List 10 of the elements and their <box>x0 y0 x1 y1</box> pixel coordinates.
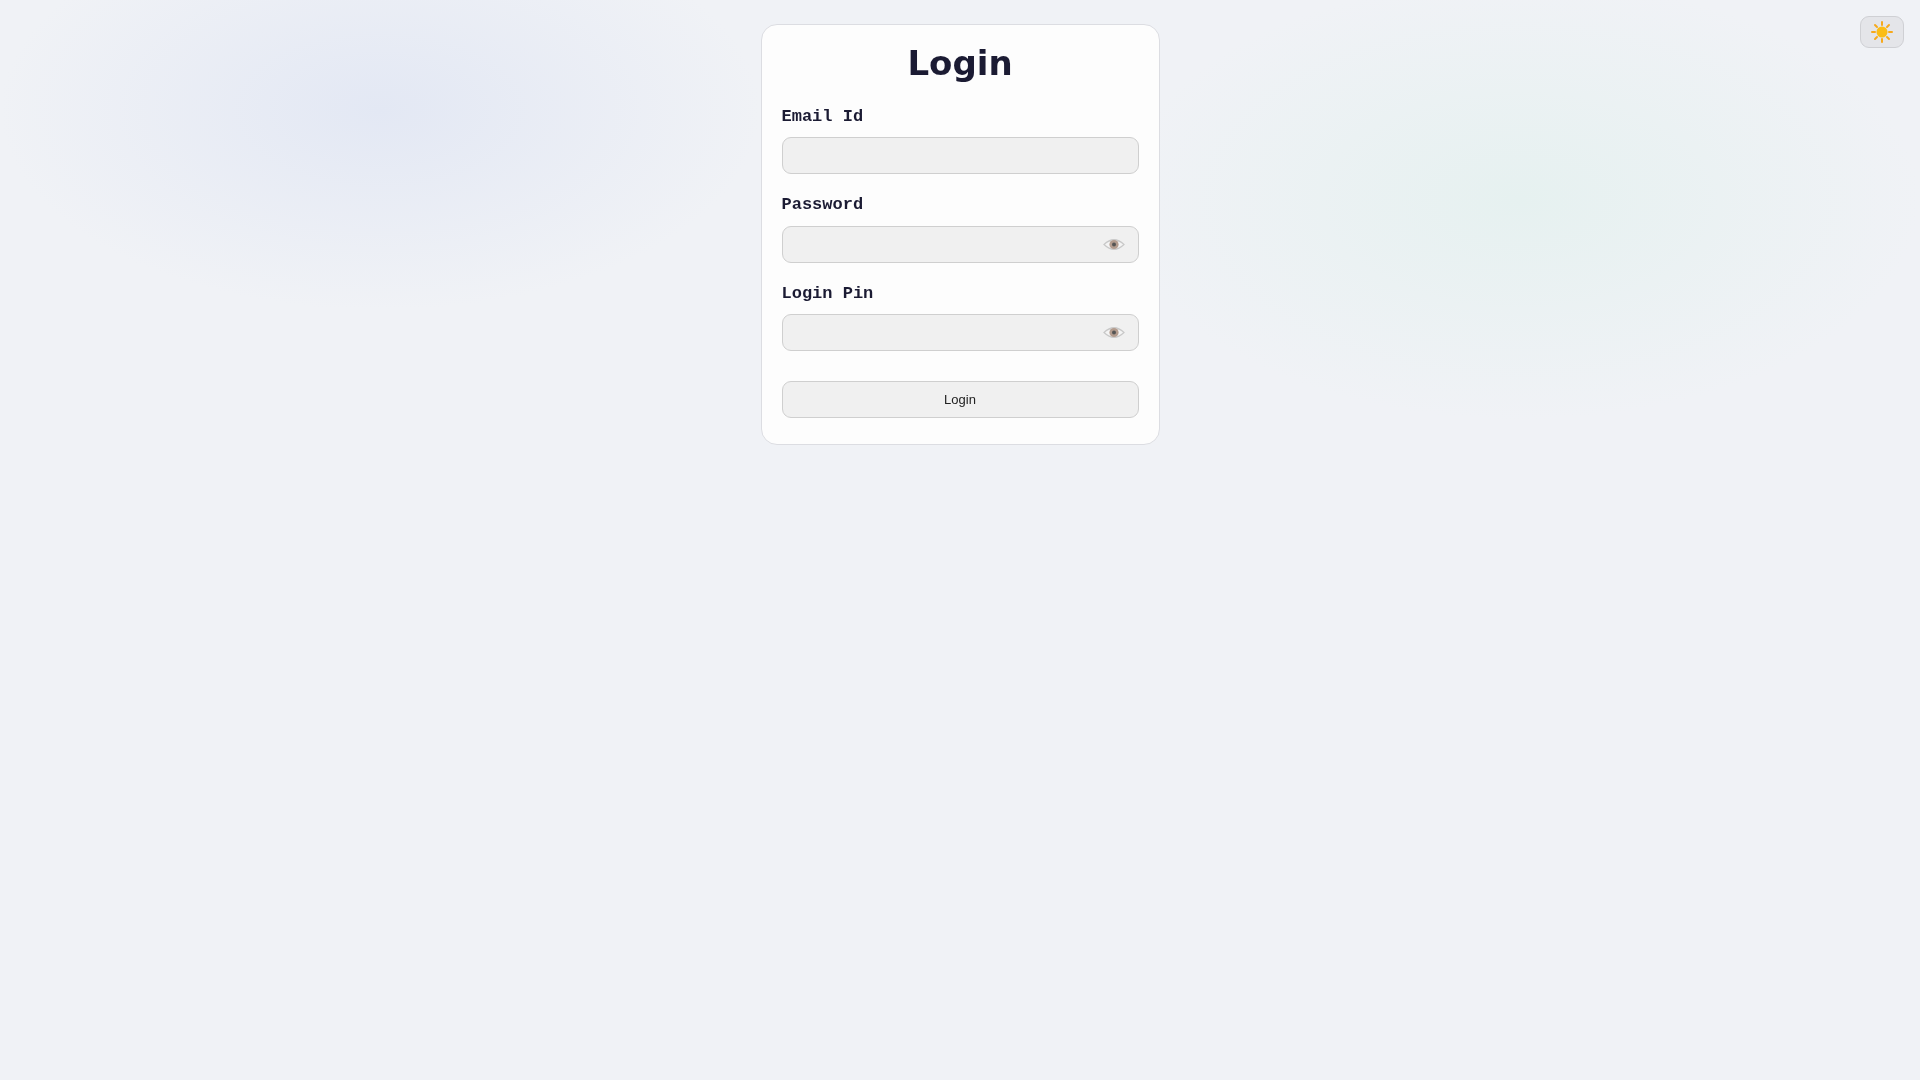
page-title: Login <box>906 43 1014 84</box>
field-label: Password <box>781 194 864 217</box>
field-label: Email Id <box>781 105 864 128</box>
login-button[interactable]: Login <box>781 381 1139 419</box>
input-field[interactable] <box>781 314 1139 352</box>
theme-toggle-button[interactable] <box>1860 16 1904 48</box>
input-field[interactable] <box>781 225 1139 263</box>
input-field[interactable] <box>781 137 1139 175</box>
field-label: Login Pin <box>781 282 874 305</box>
sun-icon <box>1871 21 1893 43</box>
